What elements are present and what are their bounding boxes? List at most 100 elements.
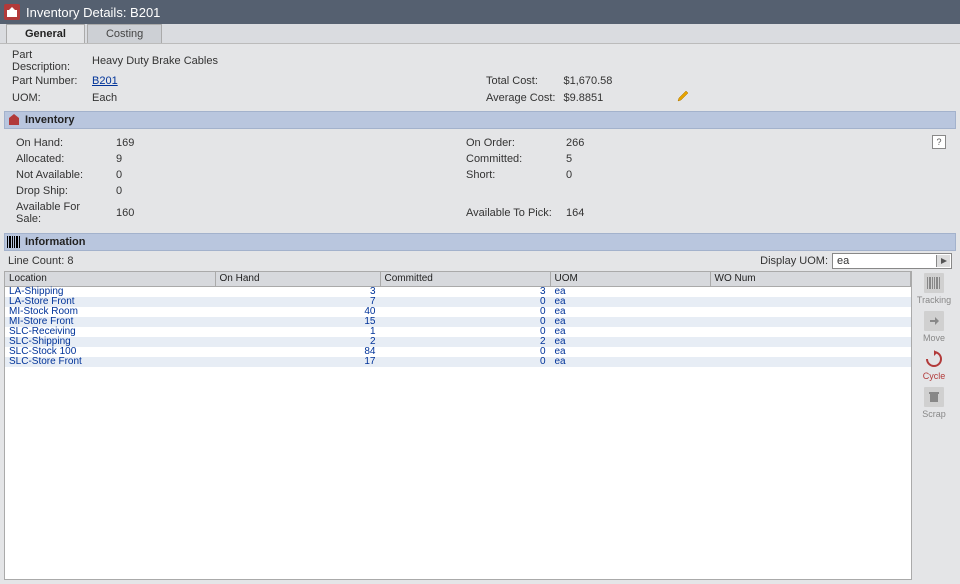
window-title: Inventory Details: B201 — [26, 5, 160, 20]
cell-location: MI-Store Front — [5, 317, 215, 327]
cell-on-hand: 40 — [215, 307, 380, 317]
cycle-button[interactable]: Cycle — [914, 349, 954, 381]
cycle-label: Cycle — [923, 371, 946, 381]
help-icon[interactable]: ? — [932, 135, 946, 149]
move-button[interactable]: Move — [914, 311, 954, 343]
total-cost-label: Total Cost: — [482, 74, 560, 88]
tab-general[interactable]: General — [6, 24, 85, 43]
scrap-button[interactable]: Scrap — [914, 387, 954, 419]
allocated-value: 9 — [112, 151, 162, 167]
part-number-label: Part Number: — [8, 74, 88, 88]
col-on-hand[interactable]: On Hand — [215, 272, 380, 286]
cell-wo-num — [710, 327, 911, 337]
table-row[interactable]: SLC-Store Front170ea — [5, 357, 911, 367]
not-available-value: 0 — [112, 167, 162, 183]
table-region: Location On Hand Committed UOM WO Num LA… — [4, 271, 956, 580]
col-uom[interactable]: UOM — [550, 272, 710, 286]
cell-on-hand: 84 — [215, 347, 380, 357]
cell-wo-num — [710, 337, 911, 347]
avg-cost-label: Average Cost: — [482, 88, 560, 107]
tabs: General Costing — [0, 24, 960, 44]
cell-committed: 0 — [380, 327, 550, 337]
cell-wo-num — [710, 357, 911, 367]
short-value: 0 — [562, 167, 612, 183]
table-row[interactable]: SLC-Receiving10ea — [5, 327, 911, 337]
barcode-icon — [7, 235, 21, 249]
cell-wo-num — [710, 317, 911, 327]
cell-location: SLC-Receiving — [5, 327, 215, 337]
cell-committed: 3 — [380, 286, 550, 297]
cell-committed: 0 — [380, 357, 550, 367]
edit-avg-cost-icon[interactable] — [676, 89, 692, 105]
display-uom-select[interactable]: ea — [832, 253, 952, 269]
tracking-button[interactable]: Tracking — [914, 273, 954, 305]
table-row[interactable]: SLC-Shipping22ea — [5, 337, 911, 347]
part-details: Part Description: Heavy Duty Brake Cable… — [4, 46, 956, 111]
allocated-label: Allocated: — [12, 151, 112, 167]
avail-sale-label: Available For Sale: — [12, 199, 112, 227]
cell-location: SLC-Shipping — [5, 337, 215, 347]
avail-sale-value: 160 — [112, 199, 162, 227]
cell-on-hand: 7 — [215, 297, 380, 307]
part-number-link[interactable]: B201 — [92, 75, 118, 87]
display-uom-value: ea — [837, 255, 849, 267]
inventory-section-title: Inventory — [25, 114, 75, 126]
cell-wo-num — [710, 297, 911, 307]
not-available-label: Not Available: — [12, 167, 112, 183]
avail-pick-label: Available To Pick: — [462, 199, 562, 227]
cell-on-hand: 1 — [215, 327, 380, 337]
cell-uom: ea — [550, 347, 710, 357]
cell-committed: 0 — [380, 297, 550, 307]
avg-cost-value: $9.8851 — [559, 88, 616, 107]
cycle-icon — [924, 349, 944, 369]
cell-uom: ea — [550, 286, 710, 297]
uom-label: UOM: — [8, 88, 88, 107]
app-icon — [4, 4, 20, 20]
cell-committed: 0 — [380, 317, 550, 327]
cell-location: SLC-Store Front — [5, 357, 215, 367]
tab-costing[interactable]: Costing — [87, 24, 162, 43]
info-row: Line Count: 8 Display UOM: ea — [4, 251, 956, 271]
table-row[interactable]: LA-Store Front70ea — [5, 297, 911, 307]
table-row[interactable]: LA-Shipping33ea — [5, 286, 911, 297]
col-wo-num[interactable]: WO Num — [710, 272, 911, 286]
table-row[interactable]: MI-Store Front150ea — [5, 317, 911, 327]
location-table-wrap: Location On Hand Committed UOM WO Num LA… — [4, 271, 912, 580]
on-hand-label: On Hand: — [12, 135, 112, 151]
cell-uom: ea — [550, 307, 710, 317]
display-uom-label: Display UOM: — [760, 255, 828, 267]
titlebar: Inventory Details: B201 — [0, 0, 960, 24]
drop-ship-label: Drop Ship: — [12, 183, 112, 199]
committed-value: 5 — [562, 151, 612, 167]
location-table: Location On Hand Committed UOM WO Num LA… — [5, 272, 911, 367]
on-hand-value: 169 — [112, 135, 162, 151]
information-section-title: Information — [25, 236, 86, 248]
col-committed[interactable]: Committed — [380, 272, 550, 286]
cell-committed: 0 — [380, 307, 550, 317]
on-order-label: On Order: — [462, 135, 562, 151]
cell-on-hand: 3 — [215, 286, 380, 297]
cell-committed: 2 — [380, 337, 550, 347]
action-sidebar: Tracking Move Cycle Scrap — [912, 271, 956, 580]
cell-on-hand: 2 — [215, 337, 380, 347]
col-location[interactable]: Location — [5, 272, 215, 286]
inventory-summary: ? On Hand: 169 On Order: 266 Allocated: … — [4, 129, 956, 233]
cell-location: MI-Stock Room — [5, 307, 215, 317]
on-order-value: 266 — [562, 135, 612, 151]
scrap-label: Scrap — [922, 409, 946, 419]
drop-ship-value: 0 — [112, 183, 162, 199]
table-row[interactable]: MI-Stock Room400ea — [5, 307, 911, 317]
dropdown-arrow-icon — [936, 255, 950, 267]
table-row[interactable]: SLC-Stock 100840ea — [5, 347, 911, 357]
cell-location: LA-Shipping — [5, 286, 215, 297]
barcode-icon — [924, 273, 944, 293]
information-section-header: Information — [4, 233, 956, 251]
total-cost-value: $1,670.58 — [559, 74, 616, 88]
inventory-section-header: Inventory — [4, 111, 956, 129]
content: Part Description: Heavy Duty Brake Cable… — [0, 44, 960, 584]
cell-location: SLC-Stock 100 — [5, 347, 215, 357]
cell-wo-num — [710, 286, 911, 297]
inventory-icon — [7, 113, 21, 127]
line-count-value: 8 — [67, 255, 73, 267]
cell-on-hand: 15 — [215, 317, 380, 327]
